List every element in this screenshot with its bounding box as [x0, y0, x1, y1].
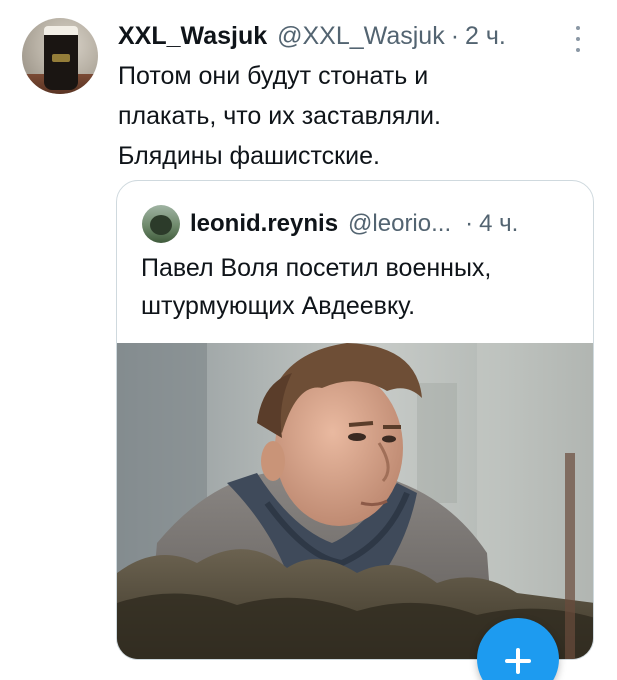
- photo-illustration: [117, 343, 593, 659]
- avatar-glass-label: [52, 54, 70, 62]
- quoted-header-separator: ·: [465, 210, 474, 237]
- quoted-author-display-name[interactable]: leonid.reynis: [190, 210, 338, 238]
- tweet-text-line: Блядины фашистские.: [118, 142, 380, 170]
- quoted-tweet-photo[interactable]: [117, 343, 593, 659]
- quoted-tweet-timestamp[interactable]: 4 ч.: [479, 210, 518, 238]
- tweet-timestamp[interactable]: 2 ч.: [465, 22, 506, 51]
- author-handle[interactable]: @XXL_Wasjuk: [277, 22, 445, 51]
- quoted-tweet-text: Павел Воля посетил военных, штурмующих А…: [141, 249, 581, 325]
- quoted-author-handle[interactable]: @leorio...: [348, 210, 451, 238]
- more-dot: [576, 26, 580, 30]
- quoted-tweet[interactable]: leonid.reynis @leorio... · 4 ч. Павел Во…: [116, 180, 594, 660]
- quoted-tweet-header: leonid.reynis @leorio... · 4 ч.: [190, 207, 518, 241]
- quoted-text-line: Павел Воля посетил военных,: [141, 254, 492, 282]
- more-dot: [576, 48, 580, 52]
- tweet[interactable]: XXL_Wasjuk @XXL_Wasjuk · 2 ч. Потом они …: [0, 0, 617, 680]
- tweet-text-line: плакать, что их заставляли.: [118, 102, 441, 130]
- author-display-name[interactable]: XXL_Wasjuk: [118, 22, 267, 51]
- tweet-text-line: Потом они будут стонать и: [118, 62, 429, 90]
- more-options-icon[interactable]: [570, 26, 586, 52]
- header-separator: ·: [450, 21, 460, 50]
- tweet-header: XXL_Wasjuk @XXL_Wasjuk · 2 ч.: [118, 19, 506, 53]
- author-avatar[interactable]: [22, 18, 98, 94]
- tweet-text: Потом они будут стонать и плакать, что и…: [118, 56, 588, 176]
- quoted-author-avatar[interactable]: [142, 205, 180, 243]
- quoted-avatar-figure: [150, 215, 172, 235]
- plus-icon: [505, 648, 531, 674]
- more-dot: [576, 37, 580, 41]
- quoted-text-line: штурмующих Авдеевку.: [141, 292, 416, 320]
